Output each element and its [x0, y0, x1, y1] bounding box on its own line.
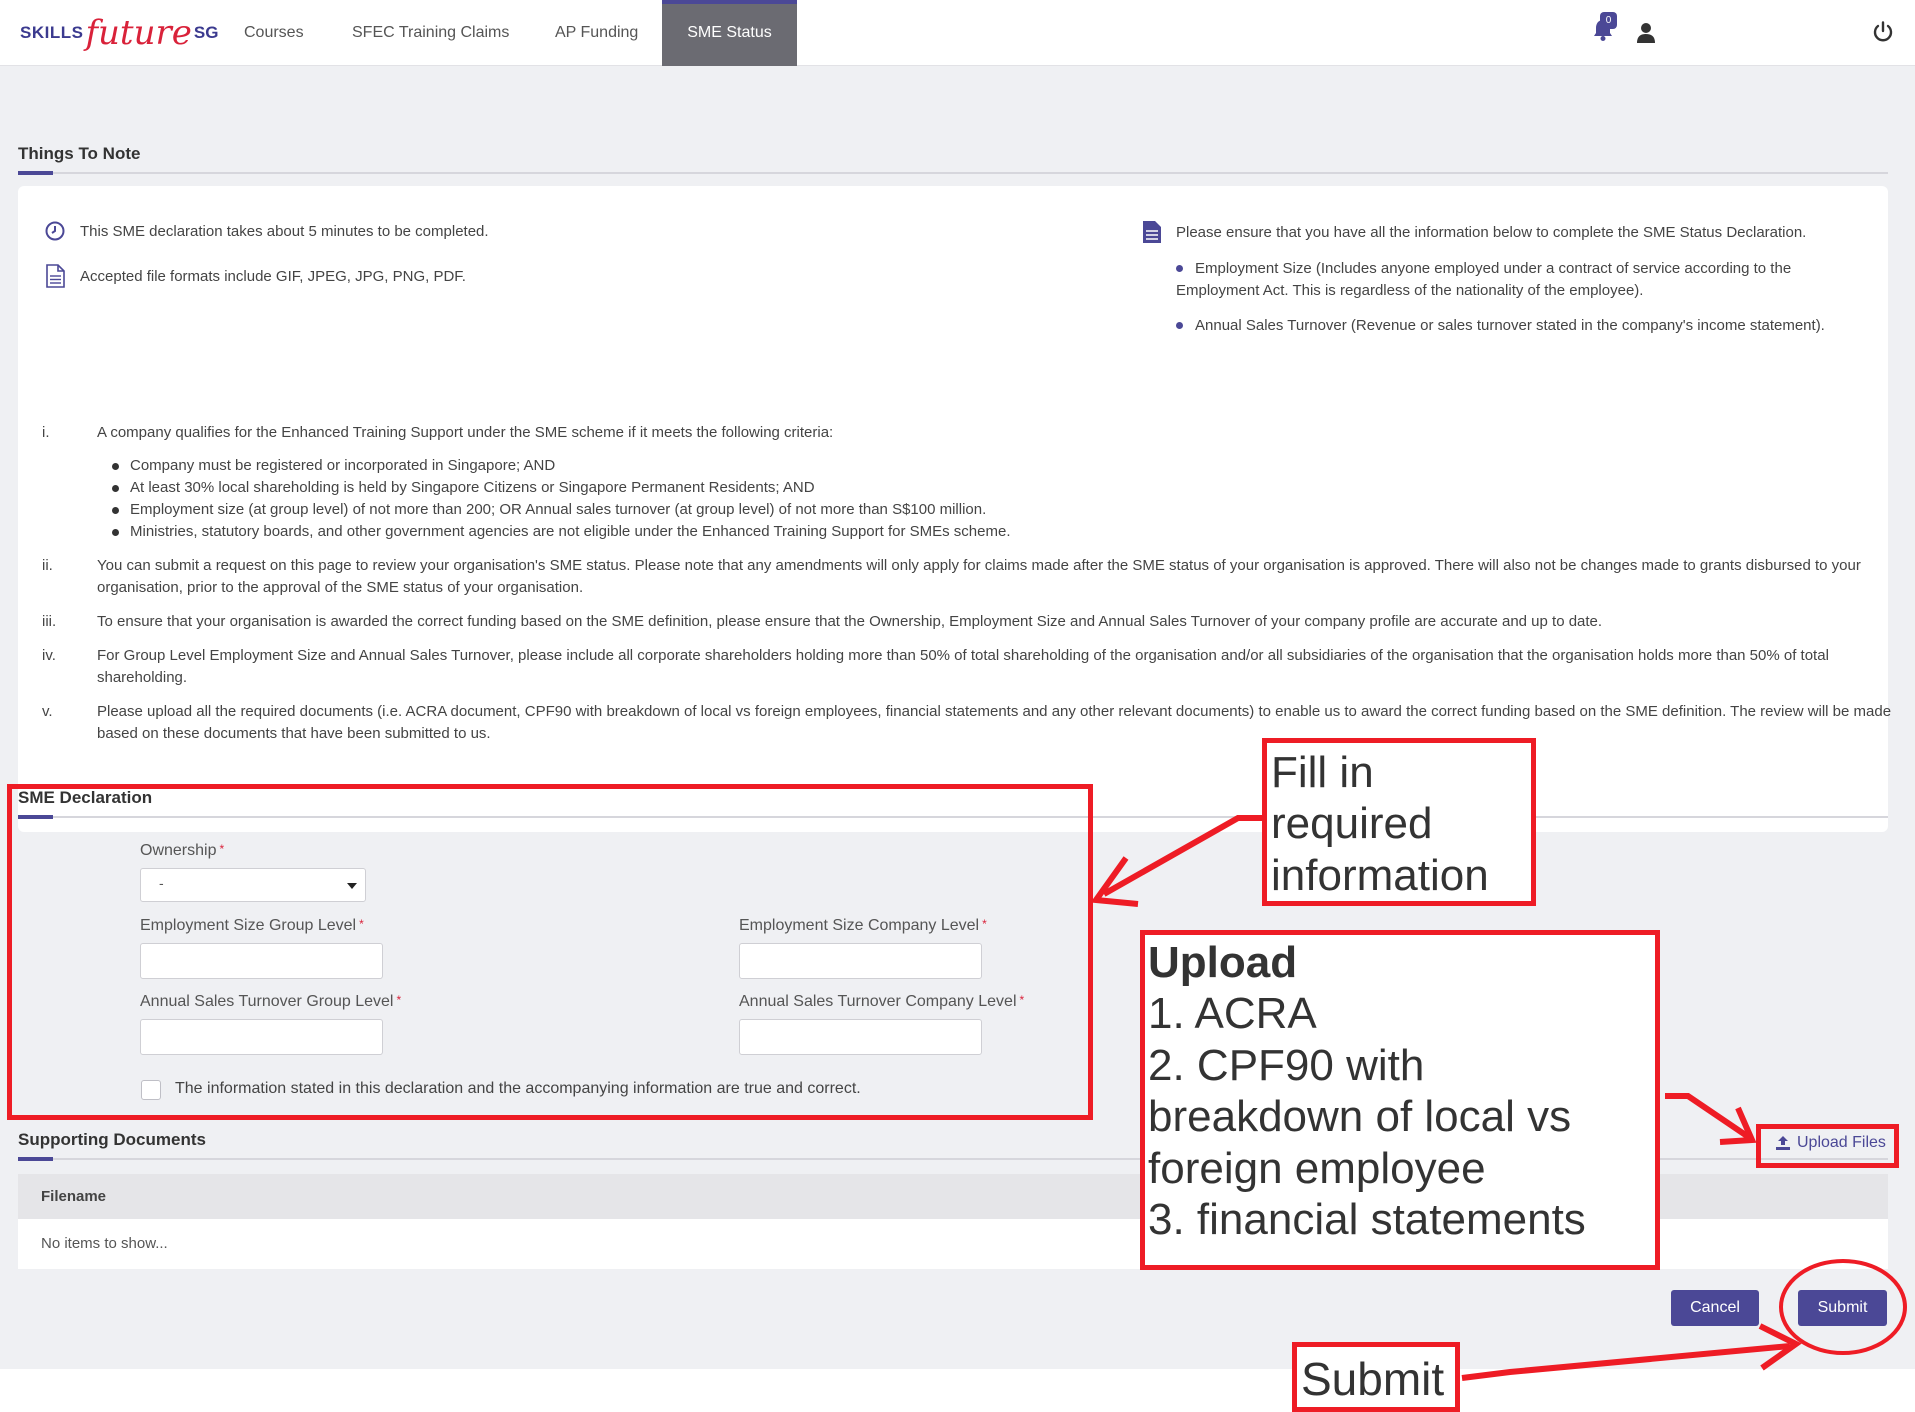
logo-text-skills: SKILLS	[20, 23, 84, 42]
criteria-sub-item: At least 30% local shareholding is held …	[112, 477, 1011, 499]
note-bullet-employment-size: Employment Size (Includes anyone employe…	[1176, 260, 1792, 299]
note-bullet-sales-turnover: Annual Sales Turnover (Revenue or sales …	[1176, 315, 1866, 337]
logo-text-sg: SG	[193, 23, 219, 42]
annotation-upload-highlight-box	[1756, 1124, 1899, 1168]
note-required-info-text: Please ensure that you have all the info…	[1176, 223, 1807, 241]
skillsfuture-logo[interactable]: SKILLS future SG	[20, 8, 218, 58]
criteria-sub-item: Ministries, statutory boards, and other …	[112, 521, 1011, 543]
annotation-fill-in-note: Fill in required information	[1262, 738, 1536, 906]
nav-link-courses[interactable]: Courses	[226, 0, 322, 66]
note-file-formats: Accepted file formats include GIF, JPEG,…	[44, 264, 466, 288]
note-file-formats-text: Accepted file formats include GIF, JPEG,…	[80, 267, 466, 285]
nav-link-sme-status[interactable]: SME Status	[662, 0, 797, 66]
supporting-documents-title: Supporting Documents	[18, 1130, 206, 1149]
criteria-sub-item: Employment size (at group level) of not …	[112, 499, 1011, 521]
power-logout-icon[interactable]	[1872, 21, 1894, 43]
things-to-note-title: Things To Note	[18, 144, 141, 163]
top-navigation-bar: SKILLS future SG Courses SFEC Training C…	[0, 0, 1915, 66]
cancel-button[interactable]: Cancel	[1671, 1290, 1759, 1326]
note-duration: This SME declaration takes about 5 minut…	[44, 220, 489, 242]
document-icon	[46, 264, 65, 288]
filename-column-header[interactable]: Filename	[41, 1188, 106, 1205]
criteria-sub-item: Company must be registered or incorporat…	[112, 455, 1011, 477]
annotation-submit-note: Submit	[1292, 1342, 1460, 1412]
section-divider	[18, 172, 1888, 174]
note-required-info: Please ensure that you have all the info…	[1142, 220, 1806, 244]
annotation-upload-note: Upload 1. ACRA 2. CPF90 with breakdown o…	[1140, 930, 1660, 1270]
logo-text-future: future	[85, 13, 192, 53]
submit-button[interactable]: Submit	[1798, 1290, 1887, 1326]
notification-count-badge: 0	[1600, 12, 1617, 29]
clock-icon	[45, 221, 65, 241]
nav-link-ap-funding[interactable]: AP Funding	[537, 0, 656, 66]
criteria-sub-list: Company must be registered or incorporat…	[112, 455, 1011, 543]
section-accent-bar	[18, 171, 53, 175]
filled-document-icon	[1143, 221, 1161, 243]
notification-bell-icon[interactable]: 0	[1592, 12, 1617, 42]
nav-link-sfec-training-claims[interactable]: SFEC Training Claims	[334, 0, 527, 66]
annotation-declaration-highlight-box	[7, 784, 1093, 1120]
user-profile-icon[interactable]	[1636, 22, 1656, 44]
section-accent-bar	[18, 1157, 53, 1161]
note-duration-text: This SME declaration takes about 5 minut…	[80, 222, 489, 240]
